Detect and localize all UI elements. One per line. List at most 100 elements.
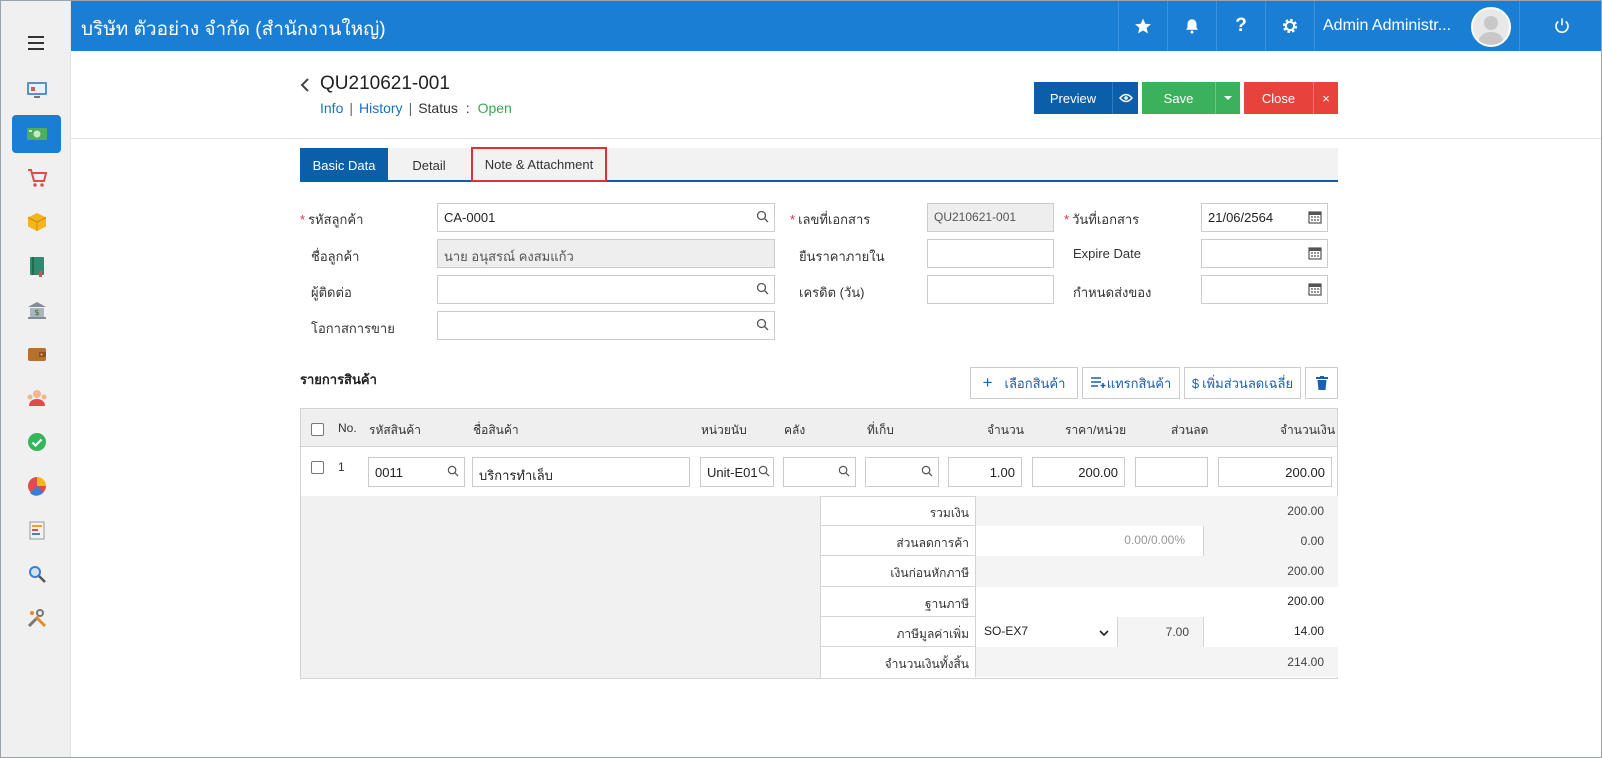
subtotal-label: รวมเงิน [821,496,976,526]
location-field[interactable] [865,457,939,487]
row-checkbox[interactable] [311,461,324,474]
vat-amount[interactable]: 14.00 [1204,617,1338,647]
contact-field[interactable] [437,275,775,304]
items-table: No. รหัสสินค้า ชื่อสินค้า หน่วยนับ คลัง … [300,408,1338,497]
status-label: Status [418,100,458,116]
tab-basic-data[interactable]: Basic Data [300,148,388,182]
opportunity-field[interactable] [437,311,775,340]
search-report-icon[interactable] [12,555,61,593]
help-icon[interactable]: ? [1216,1,1265,51]
expire-date-field[interactable] [1201,239,1328,268]
book-icon[interactable] [12,247,61,285]
search-icon[interactable] [921,465,933,480]
delete-icon[interactable] [1305,367,1338,399]
search-icon[interactable] [756,282,769,298]
save-button[interactable]: Save [1142,82,1215,114]
product-code-field[interactable]: 0011 [368,457,465,487]
insert-product-button[interactable]: แทรกสินค้า [1082,367,1180,399]
summary-panel: รวมเงิน 200.00 ส่วนลดการค้า 0.00/0.00% 0… [300,496,1338,679]
close-button[interactable]: Close [1244,82,1313,114]
tax-base-input[interactable]: 200.00 [976,587,1338,617]
save-dropdown-icon[interactable] [1215,82,1240,114]
tab-bar: Basic Data Detail Note & Attachment [300,147,1338,182]
header-unit: หน่วยนับ [701,423,747,437]
header-code: รหัสสินค้า [369,423,421,437]
history-link[interactable]: History [359,100,403,116]
header-discount: ส่วนลด [1171,423,1209,437]
insert-list-icon [1090,376,1107,391]
power-icon[interactable] [1519,1,1601,51]
discount-field[interactable] [1135,457,1208,487]
dashboard-icon[interactable] [12,70,61,108]
eye-icon[interactable] [1112,82,1138,114]
search-icon[interactable] [447,465,459,480]
calendar-icon[interactable] [1308,282,1322,299]
document-links: Info | History | Status : Open [320,100,512,116]
grand-total-label: จำนวนเงินทั้งสิ้น [821,647,976,677]
report-icon[interactable] [12,511,61,549]
expire-date-label: Expire Date [1073,246,1141,261]
close-icon[interactable]: × [1313,82,1338,114]
search-icon[interactable] [756,210,769,226]
trade-discount-input[interactable]: 0.00/0.00% [976,526,1204,556]
items-section-title: รายการสินค้า [300,372,377,387]
price-field[interactable]: 200.00 [1032,457,1125,487]
gear-icon[interactable] [1265,1,1314,51]
search-icon[interactable] [838,465,850,480]
credit-field[interactable] [927,275,1054,304]
header-amount: จำนวนเงิน [1280,423,1336,437]
select-product-button[interactable]: + เลือกสินค้า [970,367,1078,399]
box-icon[interactable] [12,203,61,241]
info-link[interactable]: Info [320,100,343,116]
menu-icon[interactable] [28,36,44,50]
bank-icon[interactable]: $ [12,291,61,329]
add-discount-button[interactable]: $ เพิ่มส่วนลดเฉลี่ย [1184,367,1301,399]
trade-discount-label: ส่วนลดการค้า [821,526,976,556]
product-name-field[interactable]: บริการทำเล็บ [472,457,690,487]
cart-icon[interactable] [12,159,61,197]
doc-no-field: QU210621-001 [927,203,1054,232]
check-icon[interactable] [12,423,61,461]
delivery-date-field[interactable] [1201,275,1328,304]
row-no: 1 [338,460,345,474]
price-hold-field[interactable] [927,239,1054,268]
customer-name-field: นาย อนุสรณ์ คงสมแก้ว [437,239,775,268]
doc-date-field[interactable]: 21/06/2564 [1201,203,1328,232]
select-all-checkbox[interactable] [311,423,324,436]
back-icon[interactable] [299,77,311,98]
unit-field[interactable]: Unit-E01 [700,457,774,487]
doc-no-label: * เลขที่เอกสาร [790,212,871,227]
preview-button[interactable]: Preview [1034,82,1112,114]
chevron-down-icon [1099,626,1109,640]
calendar-icon[interactable] [1308,210,1322,227]
people-icon[interactable] [12,379,61,417]
search-icon[interactable] [758,465,770,480]
vat-rate: 7.00 [1118,617,1204,647]
opportunity-label: โอกาสการขาย [311,321,395,336]
calendar-icon[interactable] [1308,246,1322,263]
before-tax-label: เงินก่อนหักภาษี [821,556,976,587]
header-price: ราคา/หน่วย [1065,423,1127,437]
status-separator: : [465,100,470,116]
star-icon[interactable] [1118,1,1167,51]
avatar[interactable] [1471,7,1511,47]
bell-icon[interactable] [1167,1,1216,51]
header-location: ที่เก็บ [867,423,894,437]
warehouse-field[interactable] [783,457,856,487]
tools-icon[interactable] [12,599,61,637]
vat-label: ภาษีมูลค่าเพิ่ม [821,617,976,647]
tab-detail[interactable]: Detail [388,148,470,182]
money-icon[interactable] [12,115,61,153]
username[interactable]: Admin Administr... [1323,17,1451,35]
search-icon[interactable] [756,318,769,334]
customer-code-field[interactable]: CA-0001 [437,203,775,232]
vat-row: ภาษีมูลค่าเพิ่ม SO-EX7 7.00 14.00 [821,617,1338,647]
table-header: No. รหัสสินค้า ชื่อสินค้า หน่วยนับ คลัง … [301,409,1337,447]
wallet-icon[interactable] [12,335,61,373]
pie-chart-icon[interactable] [12,467,61,505]
tab-note-attachment[interactable]: Note & Attachment [471,147,607,182]
customer-code-label: * รหัสลูกค้า [300,212,364,227]
vat-code-select[interactable]: SO-EX7 [976,617,1118,647]
dollar-icon: $ [1191,375,1200,391]
qty-field[interactable]: 1.00 [948,457,1022,487]
